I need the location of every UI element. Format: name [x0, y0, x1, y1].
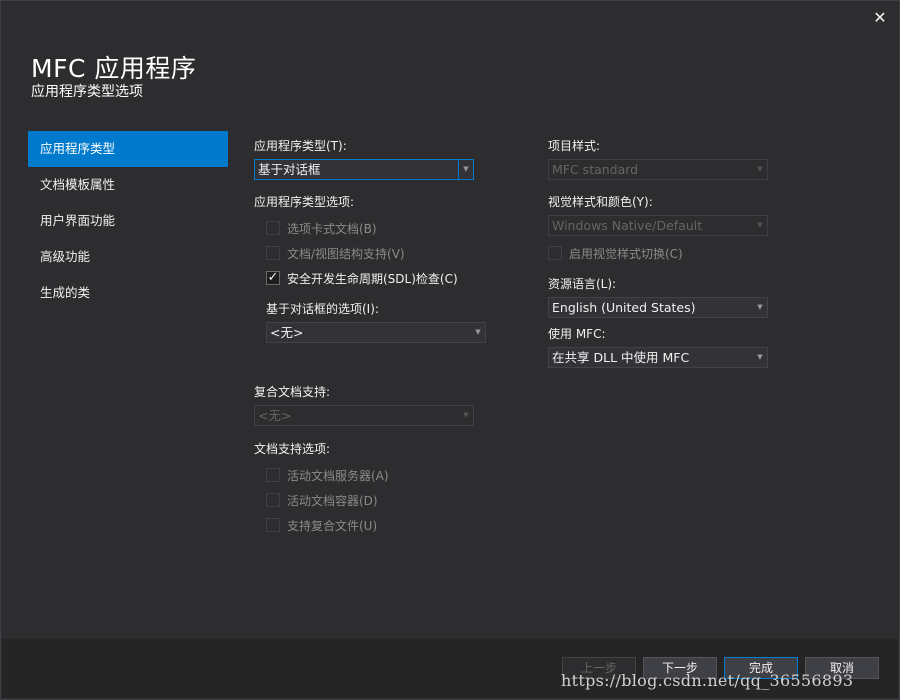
chevron-down-icon: ▼ — [475, 328, 481, 336]
sidebar-item-generated-classes[interactable]: 生成的类 — [28, 275, 228, 311]
chevron-down-icon: ▼ — [458, 160, 473, 179]
active-doc-container-option[interactable]: 活动文档容器(D) — [266, 491, 378, 509]
chevron-down-icon: ▼ — [757, 165, 763, 173]
compound-doc-label: 复合文档支持: — [254, 385, 331, 399]
resource-lang-select[interactable]: English (United States) ▼ — [548, 297, 768, 318]
compound-files-checkbox[interactable] — [266, 518, 280, 532]
sidebar-item-advanced[interactable]: 高级功能 — [28, 239, 228, 275]
visual-switch-option[interactable]: 启用视觉样式切换(C) — [548, 244, 683, 262]
active-doc-container-checkbox[interactable] — [266, 493, 280, 507]
app-type-label: 应用程序类型(T): — [254, 139, 347, 153]
compound-files-label: 支持复合文件(U) — [287, 518, 378, 533]
sidebar-item-doc-template[interactable]: 文档模板属性 — [28, 167, 228, 203]
tabbed-docs-checkbox[interactable] — [266, 221, 280, 235]
visual-style-label: 视觉样式和颜色(Y): — [548, 195, 653, 209]
app-type-options-label: 应用程序类型选项: — [254, 195, 355, 209]
sdl-checkbox[interactable]: ✓ — [266, 271, 280, 285]
active-doc-server-checkbox[interactable] — [266, 468, 280, 482]
visual-style-value: Windows Native/Default — [552, 218, 703, 233]
doc-view-label: 文档/视图结构支持(V) — [287, 246, 405, 261]
chevron-down-icon: ▼ — [757, 221, 763, 229]
use-mfc-label: 使用 MFC: — [548, 327, 606, 341]
resource-lang-value: English (United States) — [552, 300, 696, 315]
resource-lang-label: 资源语言(L): — [548, 277, 617, 291]
active-doc-server-option[interactable]: 活动文档服务器(A) — [266, 466, 389, 484]
dialog-options-select[interactable]: <无> ▼ — [266, 322, 486, 343]
app-type-select[interactable]: 基于对话框 ▼ — [254, 159, 474, 180]
doc-support-label: 文档支持选项: — [254, 442, 331, 456]
close-icon[interactable]: ✕ — [871, 9, 889, 27]
project-style-select[interactable]: MFC standard ▼ — [548, 159, 768, 180]
visual-style-select[interactable]: Windows Native/Default ▼ — [548, 215, 768, 236]
sidebar: 应用程序类型 文档模板属性 用户界面功能 高级功能 生成的类 — [28, 131, 228, 311]
page-title: MFC 应用程序 — [31, 54, 197, 83]
app-type-value: 基于对话框 — [258, 162, 321, 177]
doc-view-checkbox[interactable] — [266, 246, 280, 260]
watermark-text: https://blog.csdn.net/qq_36556893 — [561, 671, 854, 690]
project-style-value: MFC standard — [552, 162, 639, 177]
sidebar-item-app-type[interactable]: 应用程序类型 — [28, 131, 228, 167]
chevron-down-icon: ▼ — [757, 303, 763, 311]
compound-files-option[interactable]: 支持复合文件(U) — [266, 516, 377, 534]
chevron-down-icon: ▼ — [463, 411, 469, 419]
page-subtitle: 应用程序类型选项 — [31, 84, 143, 100]
compound-doc-value: <无> — [258, 408, 292, 423]
doc-view-option[interactable]: 文档/视图结构支持(V) — [266, 244, 405, 262]
compound-doc-select[interactable]: <无> ▼ — [254, 405, 474, 426]
project-style-label: 项目样式: — [548, 139, 601, 153]
use-mfc-select[interactable]: 在共享 DLL 中使用 MFC ▼ — [548, 347, 768, 368]
active-doc-container-label: 活动文档容器(D) — [287, 493, 378, 508]
use-mfc-value: 在共享 DLL 中使用 MFC — [552, 350, 690, 365]
dialog-options-value: <无> — [270, 325, 304, 340]
active-doc-server-label: 活动文档服务器(A) — [287, 468, 389, 483]
tabbed-docs-option[interactable]: 选项卡式文档(B) — [266, 219, 377, 237]
sdl-label: 安全开发生命周期(SDL)检查(C) — [287, 271, 458, 286]
wizard-dialog: ✕ MFC 应用程序 应用程序类型选项 应用程序类型 文档模板属性 用户界面功能… — [0, 0, 900, 700]
sdl-check-option[interactable]: ✓ 安全开发生命周期(SDL)检查(C) — [266, 269, 458, 287]
sidebar-item-ui-features[interactable]: 用户界面功能 — [28, 203, 228, 239]
visual-switch-checkbox[interactable] — [548, 246, 562, 260]
tabbed-docs-label: 选项卡式文档(B) — [287, 221, 377, 236]
visual-switch-label: 启用视觉样式切换(C) — [569, 246, 683, 261]
chevron-down-icon: ▼ — [757, 353, 763, 361]
dialog-options-label: 基于对话框的选项(I): — [266, 302, 379, 316]
check-icon: ✓ — [267, 270, 279, 285]
